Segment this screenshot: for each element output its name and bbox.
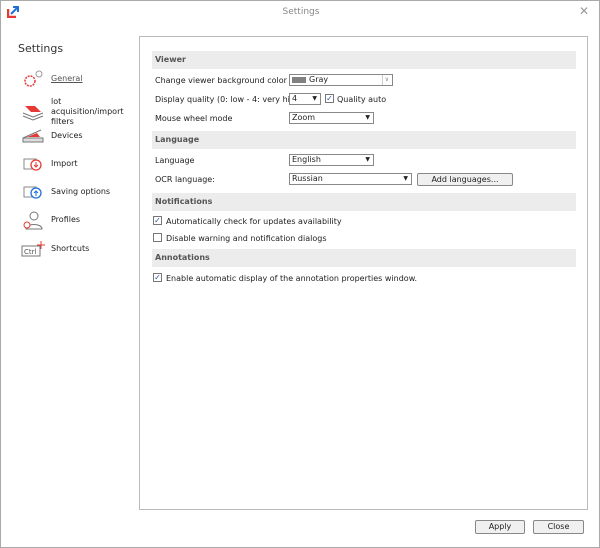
sidebar-item-general[interactable]: General (21, 69, 131, 89)
disable-warnings-checkbox[interactable] (153, 233, 162, 242)
section-language: Language (152, 131, 576, 149)
settings-panel: Viewer Change viewer background color Gr… (139, 36, 588, 510)
sidebar-item-import[interactable]: Import (21, 154, 131, 174)
sidebar-item-shortcuts[interactable]: Ctrl Shortcuts (21, 239, 131, 259)
svg-text:Ctrl: Ctrl (24, 248, 37, 256)
sidebar-item-label: Import (51, 159, 78, 168)
section-annotations: Annotations (152, 249, 576, 267)
chevron-down-icon: ▼ (365, 114, 370, 121)
ocr-language-dropdown[interactable]: Russian ▼ (289, 173, 412, 185)
scanner-icon (22, 129, 44, 143)
language-label: Language (155, 156, 195, 165)
quality-auto-label: Quality auto (337, 95, 387, 104)
wheel-mode-dropdown[interactable]: Zoom ▼ (289, 112, 374, 124)
dropdown-value: 4 (292, 94, 298, 103)
disable-warnings-label: Disable warning and notification dialogs (166, 234, 327, 243)
close-button[interactable]: Close (533, 520, 584, 534)
sidebar-item-saving[interactable]: Saving options (21, 182, 131, 202)
chevron-down-icon: ▼ (365, 156, 370, 163)
chevron-down-icon: ∨ (381, 75, 389, 85)
chevron-down-icon: ▼ (403, 175, 408, 182)
wheel-mode-label: Mouse wheel mode (155, 114, 233, 123)
window-title: Settings (282, 7, 320, 17)
chevron-down-icon: ▼ (312, 95, 317, 102)
bg-color-label: Change viewer background color (155, 76, 287, 85)
check-updates-checkbox[interactable]: ✓ (153, 216, 162, 225)
save-icon (23, 186, 42, 199)
apply-button[interactable]: Apply (475, 520, 525, 534)
dropdown-value: Gray (309, 75, 329, 84)
sidebar-item-label: Devices (51, 131, 83, 140)
close-icon[interactable]: ✕ (579, 4, 589, 18)
profile-icon (23, 211, 43, 230)
language-dropdown[interactable]: English ▼ (289, 154, 374, 166)
quality-auto-checkbox[interactable]: ✓ (325, 94, 334, 103)
dropdown-value: Russian (292, 174, 323, 183)
shortcut-icon: Ctrl (21, 241, 45, 257)
gears-icon (24, 70, 43, 87)
bg-color-dropdown[interactable]: Gray ∨ (289, 74, 393, 86)
sidebar-item-label: Profiles (51, 215, 81, 224)
section-viewer: Viewer (152, 51, 576, 69)
ocr-language-label: OCR language: (155, 175, 215, 184)
quality-label: Display quality (0: low - 4: very high) (155, 95, 304, 104)
sidebar-item-label: General (51, 74, 83, 83)
sidebar-item-profiles[interactable]: Profiles (21, 210, 131, 230)
annotation-auto-label: Enable automatic display of the annotati… (166, 274, 418, 283)
sidebar-item-label: Shortcuts (51, 244, 90, 253)
import-icon (23, 158, 42, 171)
section-notifications: Notifications (152, 193, 576, 211)
settings-window: Settings ✕ Settings General lot acquisit… (0, 0, 600, 548)
annotation-auto-checkbox[interactable]: ✓ (153, 273, 162, 282)
sidebar-heading: Settings (18, 42, 64, 55)
sidebar-item-label: Saving options (51, 187, 111, 196)
add-languages-button[interactable]: Add languages... (417, 173, 513, 186)
sidebar-item-filters[interactable]: lot acquisition/import filters (21, 97, 131, 127)
check-updates-label: Automatically check for updates availabi… (166, 217, 342, 226)
sidebar-item-devices[interactable]: Devices (21, 126, 131, 146)
dropdown-value: Zoom (292, 113, 316, 122)
quality-dropdown[interactable]: 4 ▼ (289, 93, 321, 105)
color-swatch (292, 76, 306, 83)
stack-icon (22, 106, 44, 121)
dropdown-value: English (292, 155, 321, 164)
sidebar-item-label: lot acquisition/import filters (51, 97, 124, 126)
